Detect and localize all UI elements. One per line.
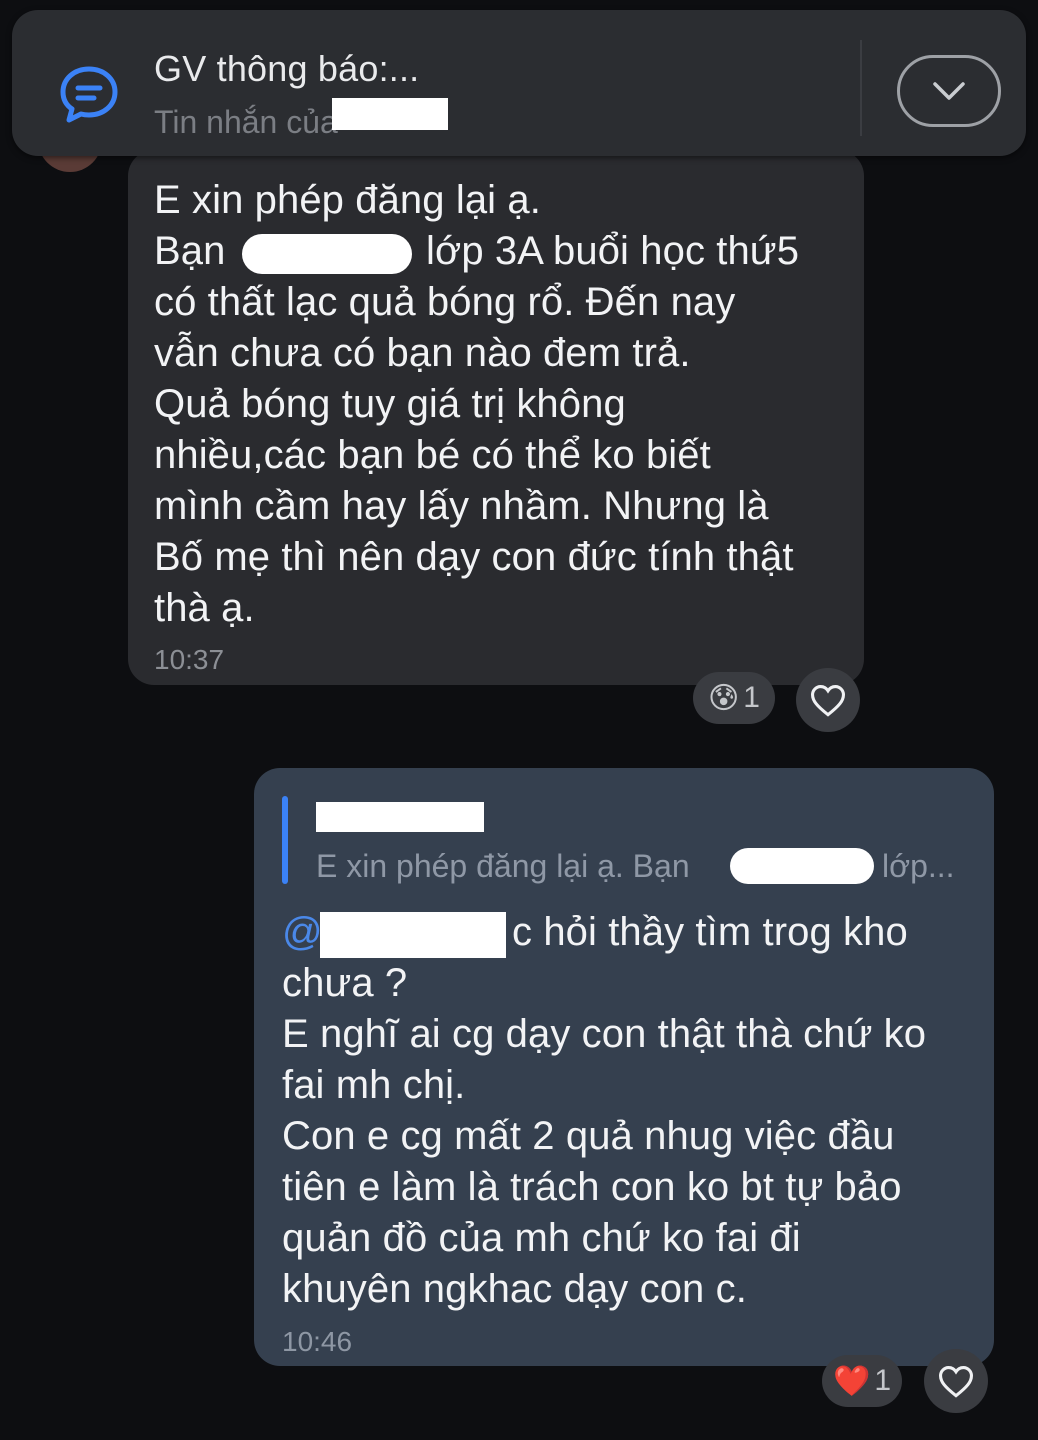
expand-pinned-button[interactable]	[897, 55, 1001, 127]
heart-outline-icon	[810, 685, 846, 717]
pinned-message-banner[interactable]: GV thông báo:... Tin nhắn của	[12, 10, 1026, 156]
message-line: c hỏi thầy tìm trog kho	[512, 910, 908, 954]
reaction-summary[interactable]: 😰 1	[693, 672, 775, 724]
message-line: có thất lạc quả bóng rổ. Đến nay	[154, 280, 736, 324]
react-heart-button[interactable]	[924, 1349, 988, 1413]
message-line: thà ạ.	[154, 586, 255, 630]
message-line: Con e cg mất 2 quả nhug việc đầu	[282, 1114, 895, 1158]
message-line: Quả bóng tuy giá trị không	[154, 382, 626, 426]
incoming-message-bubble[interactable]: E xin phép đăng lại ạ. Bạn lớp 3A buổi h…	[128, 150, 864, 685]
message-line: E xin phép đăng lại ạ.	[154, 178, 541, 222]
redacted-sender	[332, 98, 448, 130]
message-timestamp: 10:37	[154, 644, 225, 675]
chat-screen: E xin phép đăng lại ạ. Bạn lớp 3A buổi h…	[0, 0, 1038, 1440]
message-line: tiên e làm là trách con ko bt tự bảo	[282, 1165, 902, 1209]
quote-bar	[282, 796, 288, 884]
quoted-message-text: lớp...	[882, 848, 955, 884]
quoted-message-text[interactable]: E xin phép đăng lại ạ. Bạn	[316, 848, 690, 885]
pinned-subtitle: Tin nhắn của	[154, 104, 338, 140]
message-line: E nghĩ ai cg dạy con thật thà chứ ko	[282, 1012, 927, 1056]
redacted-name	[730, 848, 874, 884]
message-timestamp: 10:46	[282, 1326, 353, 1357]
message-line: chưa ?	[282, 961, 408, 1005]
reaction-emoji-icon: 😰	[708, 681, 740, 715]
react-heart-button[interactable]	[796, 668, 860, 732]
pinned-title: GV thông báo:...	[154, 48, 420, 89]
message-line: mình cầm hay lấy nhầm. Nhưng là	[154, 484, 769, 528]
message-line: lớp 3A buổi học thứ5	[426, 229, 800, 273]
message-line: vẫn chưa có bạn nào đem trả.	[154, 331, 691, 375]
outgoing-message-bubble[interactable]: E xin phép đăng lại ạ. Bạn lớp... @ c hỏ…	[254, 768, 994, 1366]
heart-outline-icon	[938, 1366, 974, 1398]
redacted-name	[242, 234, 412, 274]
reaction-count: 1	[874, 1364, 892, 1397]
message-line: nhiều,các bạn bé có thể ko biết	[154, 433, 711, 477]
reaction-emoji-icon: ❤️	[832, 1364, 871, 1398]
message-line: fai mh chị.	[282, 1063, 466, 1107]
redacted-quote-author	[316, 802, 484, 832]
message-line: khuyên ngkhac dạy con c.	[282, 1267, 747, 1311]
mention-at-sign: @	[282, 910, 323, 954]
reaction-count: 1	[743, 681, 760, 714]
message-line: quản đồ của mh chứ ko fai đi	[282, 1216, 801, 1260]
message-line: Bố mẹ thì nên dạy con đức tính thật	[154, 535, 794, 579]
chevron-down-icon	[933, 82, 965, 100]
redacted-mention	[320, 912, 506, 958]
divider	[860, 40, 862, 136]
chat-bubble-icon	[60, 66, 118, 123]
message-line: Bạn	[154, 229, 226, 273]
reaction-summary[interactable]: ❤️ 1	[822, 1355, 902, 1407]
